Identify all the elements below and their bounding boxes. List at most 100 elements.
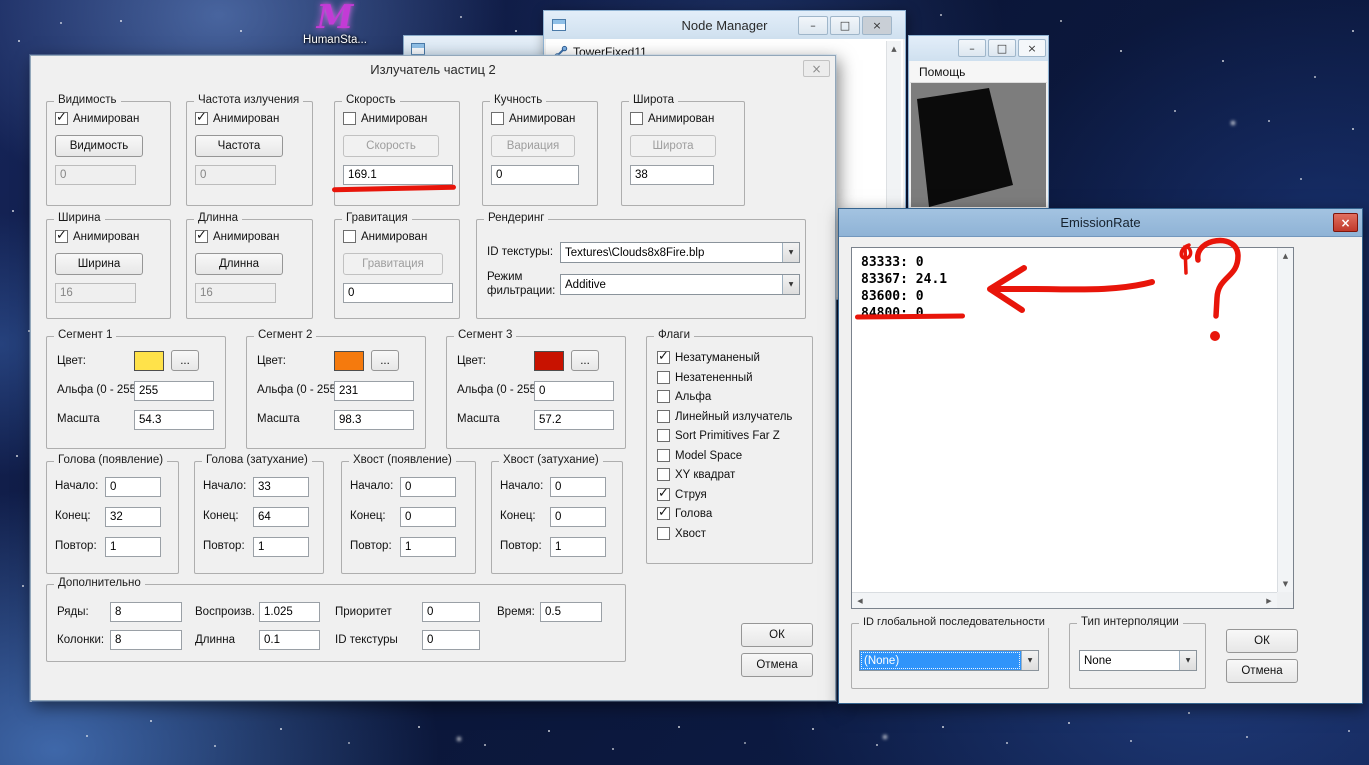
segment2-color-picker-button[interactable]: ... [371,350,399,371]
segment2-scale-field[interactable]: 98.3 [334,410,414,430]
menu-help[interactable]: Помощь [910,65,965,79]
length-value-field[interactable]: 16 [195,283,276,303]
segment1-color-swatch[interactable] [134,351,164,371]
flag-unfogged[interactable]: Незатуманеный [657,349,760,364]
minimize-button[interactable]: – [958,39,986,57]
chevron-down-icon[interactable]: ▼ [1179,651,1196,670]
length-animated-checkbox[interactable]: Анимирован [195,228,279,243]
chevron-down-icon[interactable]: ▼ [1021,651,1038,670]
interpolation-combobox[interactable]: None ▼ [1079,650,1197,671]
segment3-alpha-field[interactable]: 0 [534,381,614,401]
tail-decay-repeat-field[interactable]: 1 [550,537,606,557]
latitude-button[interactable]: Широта [630,135,716,157]
texture-id2-field[interactable]: 0 [422,630,480,650]
viewer-titlebar[interactable]: – □ × [909,36,1048,61]
flag-head[interactable]: Голова [657,505,712,520]
gravity-button[interactable]: Гравитация [343,253,443,275]
visibility-button[interactable]: Видимость [55,135,143,157]
variation-value-field[interactable]: 0 [491,165,579,185]
global-sequence-combobox[interactable]: (None) ▼ [859,650,1039,671]
checkbox-icon [657,410,670,423]
latitude-animated-checkbox[interactable]: Анимирован [630,112,714,125]
speed-value-field[interactable]: 169.1 [343,165,453,185]
close-button[interactable]: × [1018,39,1046,57]
minimize-button[interactable]: – [798,16,828,35]
scroll-down-icon[interactable]: ▼ [1278,576,1293,592]
chevron-down-icon[interactable]: ▼ [782,275,799,294]
head-life-start-field[interactable]: 0 [105,477,161,497]
speed-animated-checkbox[interactable]: Анимирован [343,112,427,125]
head-decay-end-field[interactable]: 64 [253,507,309,527]
speed-button[interactable]: Скорость [343,135,439,157]
node-manager-titlebar[interactable]: Node Manager – □ × [544,11,905,39]
viewport[interactable] [911,83,1046,207]
flag-tail[interactable]: Хвост [657,527,706,540]
flag-unshaded[interactable]: Незатененный [657,371,753,384]
ok-button[interactable]: ОК [741,623,813,647]
width-animated-checkbox[interactable]: Анимирован [55,228,139,243]
replay-field[interactable]: 1.025 [259,602,320,622]
maximize-button[interactable]: □ [830,16,860,35]
width-value-field[interactable]: 16 [55,283,136,303]
cancel-button[interactable]: Отмена [1226,659,1298,683]
scroll-up-icon[interactable]: ▲ [1278,248,1293,264]
segment3-scale-field[interactable]: 57.2 [534,410,614,430]
flag-model-space[interactable]: Model Space [657,449,742,462]
length-button[interactable]: Длинна [195,253,283,275]
tail-life-start-field[interactable]: 0 [400,477,456,497]
segment1-color-picker-button[interactable]: ... [171,350,199,371]
priority-field[interactable]: 0 [422,602,480,622]
head-decay-repeat-field[interactable]: 1 [253,537,309,557]
segment3-color-picker-button[interactable]: ... [571,350,599,371]
gravity-animated-checkbox[interactable]: Анимирован [343,230,427,243]
variation-button[interactable]: Вариация [491,135,575,157]
visibility-value-field[interactable]: 0 [55,165,136,185]
horizontal-scrollbar[interactable]: ◀ ▶ [852,592,1277,608]
maximize-button[interactable]: □ [988,39,1016,57]
emission-rate-button[interactable]: Частота [195,135,283,157]
flag-xy-quad[interactable]: XY квадрат [657,468,735,481]
texture-id-combobox[interactable]: Textures\Clouds8x8Fire.blp ▼ [560,242,800,263]
close-button[interactable]: × [862,16,892,35]
emission-titlebar[interactable]: EmissionRate [839,209,1362,237]
columns-field[interactable]: 8 [110,630,182,650]
emission-animated-checkbox[interactable]: Анимирован [195,110,279,125]
segment1-scale-field[interactable]: 54.3 [134,410,214,430]
flag-squirt[interactable]: Струя [657,486,707,501]
close-button[interactable]: × [803,60,830,77]
flag-alpha[interactable]: Альфа [657,390,711,403]
close-button[interactable]: × [1333,213,1358,232]
emission-value-field[interactable]: 0 [195,165,276,185]
segment1-alpha-field[interactable]: 255 [134,381,214,401]
vertical-scrollbar[interactable]: ▲ ▼ [1277,248,1293,592]
cancel-button[interactable]: Отмена [741,653,813,677]
segment3-color-swatch[interactable] [534,351,564,371]
tail-life-repeat-field[interactable]: 1 [400,537,456,557]
tail-decay-end-field[interactable]: 0 [550,507,606,527]
head-decay-start-field[interactable]: 33 [253,477,309,497]
segment2-alpha-field[interactable]: 231 [334,381,414,401]
visibility-animated-checkbox[interactable]: Анимирован [55,110,139,125]
desktop-icon-humanstatue[interactable]: M HumanSta... [297,0,373,46]
flag-sort-primitives-far-z[interactable]: Sort Primitives Far Z [657,429,780,442]
filter-mode-combobox[interactable]: Additive ▼ [560,274,800,295]
scroll-left-icon[interactable]: ◀ [852,593,868,608]
tail-decay-start-field[interactable]: 0 [550,477,606,497]
flag-line-emitter[interactable]: Линейный излучатель [657,410,792,423]
variation-animated-checkbox[interactable]: Анимирован [491,112,575,125]
length2-field[interactable]: 0.1 [259,630,320,650]
rows-field[interactable]: 8 [110,602,182,622]
latitude-value-field[interactable]: 38 [630,165,714,185]
chevron-down-icon[interactable]: ▼ [782,243,799,262]
head-life-repeat-field[interactable]: 1 [105,537,161,557]
head-life-end-field[interactable]: 32 [105,507,161,527]
time-field[interactable]: 0.5 [540,602,602,622]
scroll-up-icon[interactable]: ▲ [887,41,901,57]
gravity-value-field[interactable]: 0 [343,283,453,303]
dialog-titlebar[interactable]: Излучатель частиц 2 [31,56,835,82]
segment2-color-swatch[interactable] [334,351,364,371]
ok-button[interactable]: ОК [1226,629,1298,653]
scroll-right-icon[interactable]: ▶ [1261,593,1277,608]
width-button[interactable]: Ширина [55,253,143,275]
tail-life-end-field[interactable]: 0 [400,507,456,527]
